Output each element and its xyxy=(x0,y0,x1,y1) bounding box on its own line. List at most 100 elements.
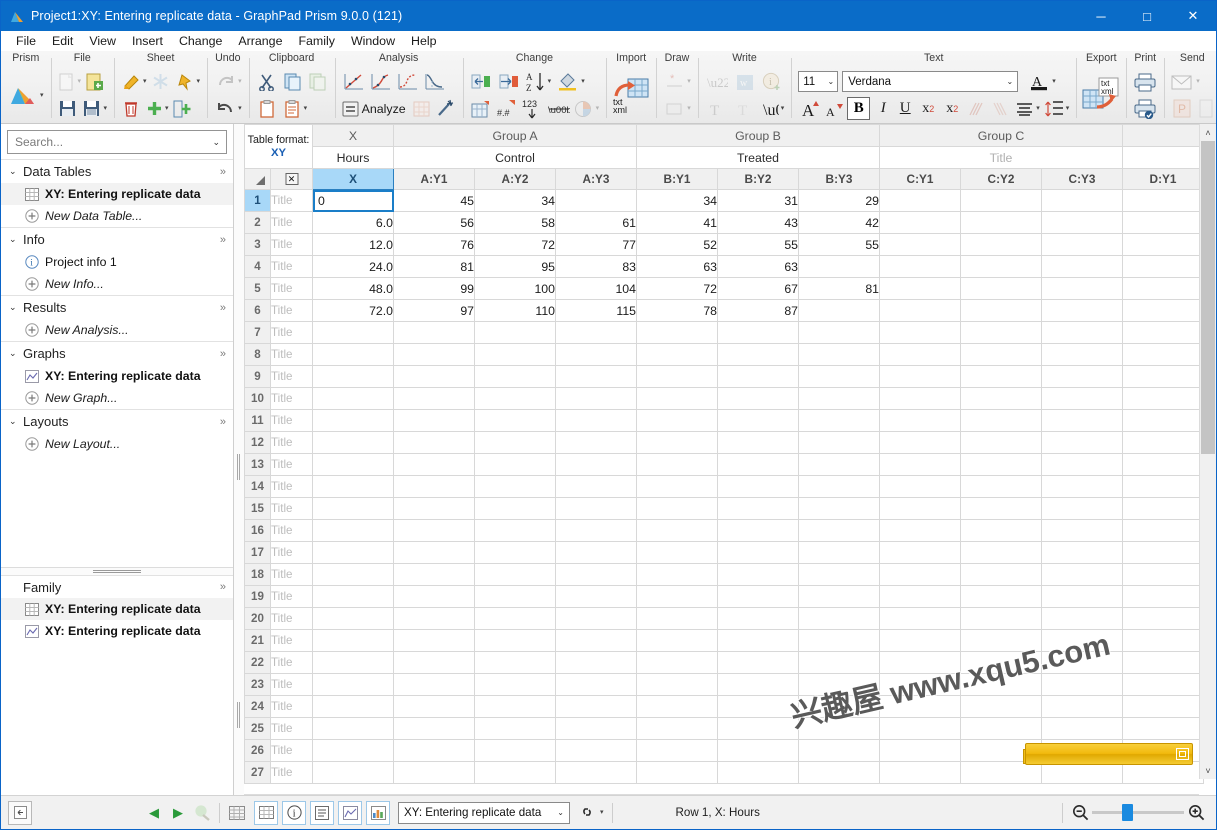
shrink-font-icon[interactable]: A xyxy=(823,97,845,121)
data-cell[interactable] xyxy=(879,255,961,278)
data-cell[interactable] xyxy=(798,343,880,366)
data-cell[interactable]: 104 xyxy=(555,277,637,300)
data-cell[interactable] xyxy=(555,607,637,630)
data-cell[interactable] xyxy=(960,717,1042,740)
data-cell[interactable] xyxy=(798,519,880,542)
data-cell[interactable] xyxy=(717,321,799,344)
data-cell[interactable] xyxy=(960,541,1042,564)
nav-section-header-results[interactable]: ⌄ Results » xyxy=(1,296,233,319)
menu-view[interactable]: View xyxy=(81,32,124,51)
chevron-down-icon[interactable]: ⌄ xyxy=(9,302,23,313)
redo-icon[interactable] xyxy=(212,70,238,94)
zoom-slider[interactable] xyxy=(1092,804,1184,821)
analyze-label[interactable]: Analyze xyxy=(362,102,406,116)
menu-edit[interactable]: Edit xyxy=(44,32,81,51)
data-cell[interactable] xyxy=(960,321,1042,344)
data-cell[interactable]: 76 xyxy=(393,233,475,256)
color-scheme-icon[interactable] xyxy=(572,97,596,121)
data-cell[interactable] xyxy=(1122,453,1204,476)
table-row[interactable]: 12 Title xyxy=(244,431,1204,454)
data-cell[interactable] xyxy=(1122,673,1204,696)
data-cell[interactable] xyxy=(1122,343,1204,366)
draw-annotation-icon[interactable]: * xyxy=(661,70,687,94)
data-cell[interactable] xyxy=(960,629,1042,652)
new-file-chevron-down-icon[interactable]: ▾ xyxy=(78,78,82,85)
data-cell[interactable] xyxy=(1122,211,1204,234)
open-file-icon[interactable] xyxy=(83,70,107,94)
data-cell[interactable] xyxy=(636,651,718,674)
data-cell[interactable] xyxy=(312,365,394,388)
analysis-wizard-icon[interactable] xyxy=(434,97,458,121)
table-row[interactable]: 9 Title xyxy=(244,365,1204,388)
fill-color-chevron-down-icon[interactable]: ▾ xyxy=(581,78,585,85)
analyze-icon[interactable] xyxy=(340,98,362,120)
data-cell[interactable] xyxy=(555,563,637,586)
data-cell[interactable] xyxy=(393,541,475,564)
data-cell[interactable] xyxy=(1041,695,1123,718)
search-chevron-down-icon[interactable]: ⌄ xyxy=(212,137,220,148)
vertical-scrollbar[interactable]: ˄ ˅ xyxy=(1199,124,1216,779)
data-cell[interactable] xyxy=(879,409,961,432)
data-cell[interactable] xyxy=(1122,585,1204,608)
data-cell[interactable]: 72.0 xyxy=(312,299,394,322)
next-sheet-button[interactable]: ▶ xyxy=(166,801,190,825)
rotate-text-right-icon[interactable] xyxy=(988,97,1012,121)
data-cell[interactable] xyxy=(312,541,394,564)
save-icon[interactable] xyxy=(56,97,80,121)
row-title-cell[interactable]: Title xyxy=(270,475,313,498)
nav-section-header-data-tables[interactable]: ⌄ Data Tables » xyxy=(1,160,233,183)
font-size-chevron-down-icon[interactable]: ⌄ xyxy=(828,77,835,86)
data-cell[interactable] xyxy=(636,343,718,366)
data-cell[interactable] xyxy=(1041,409,1123,432)
data-cell[interactable] xyxy=(393,695,475,718)
row-number[interactable]: 7 xyxy=(244,321,271,344)
data-cell[interactable] xyxy=(312,387,394,410)
data-cell[interactable]: 78 xyxy=(636,299,718,322)
data-cell[interactable]: 87 xyxy=(717,299,799,322)
data-cell[interactable] xyxy=(393,563,475,586)
sort-az-icon[interactable]: AZ xyxy=(524,69,548,95)
table-row[interactable]: 27 Title xyxy=(244,761,1204,784)
data-cell[interactable] xyxy=(960,409,1042,432)
send-powerpoint-icon[interactable]: P xyxy=(1168,96,1196,121)
previous-sheet-button[interactable]: ◀ xyxy=(142,801,166,825)
data-cell[interactable] xyxy=(636,409,718,432)
data-cell[interactable] xyxy=(474,343,556,366)
data-cell[interactable] xyxy=(798,409,880,432)
data-cell[interactable] xyxy=(1041,299,1123,322)
data-cell[interactable] xyxy=(1041,321,1123,344)
active-cell[interactable]: 0 xyxy=(312,189,394,212)
data-cell[interactable] xyxy=(717,563,799,586)
data-cell[interactable] xyxy=(474,519,556,542)
row-number[interactable]: 22 xyxy=(244,651,271,674)
data-cell[interactable] xyxy=(798,739,880,762)
row-title-cell[interactable]: Title xyxy=(270,739,313,762)
data-cell[interactable] xyxy=(960,431,1042,454)
data-cell[interactable]: 81 xyxy=(393,255,475,278)
data-cell[interactable] xyxy=(717,651,799,674)
data-cell[interactable] xyxy=(393,475,475,498)
table-row[interactable]: 8 Title xyxy=(244,343,1204,366)
data-cell[interactable] xyxy=(636,321,718,344)
data-cell[interactable] xyxy=(1041,739,1123,762)
data-cell[interactable] xyxy=(636,607,718,630)
data-cell[interactable] xyxy=(555,475,637,498)
data-cell[interactable] xyxy=(1122,651,1204,674)
row-title-cell[interactable]: Title xyxy=(270,651,313,674)
data-cell[interactable] xyxy=(393,497,475,520)
menu-insert[interactable]: Insert xyxy=(124,32,171,51)
data-cell[interactable] xyxy=(1041,277,1123,300)
column-title-x[interactable]: Hours xyxy=(312,146,394,169)
column-header-a-y3[interactable]: A:Y3 xyxy=(555,168,637,190)
data-cell[interactable] xyxy=(960,211,1042,234)
data-cell[interactable] xyxy=(960,189,1042,212)
data-cell[interactable] xyxy=(474,739,556,762)
data-cell[interactable] xyxy=(474,761,556,784)
data-cell[interactable] xyxy=(312,475,394,498)
column-title-b[interactable]: Treated xyxy=(636,146,880,169)
data-cell[interactable] xyxy=(798,563,880,586)
data-cell[interactable] xyxy=(1041,651,1123,674)
row-title-cell[interactable]: Title xyxy=(270,299,313,322)
data-cell[interactable] xyxy=(636,387,718,410)
data-cell[interactable] xyxy=(474,695,556,718)
